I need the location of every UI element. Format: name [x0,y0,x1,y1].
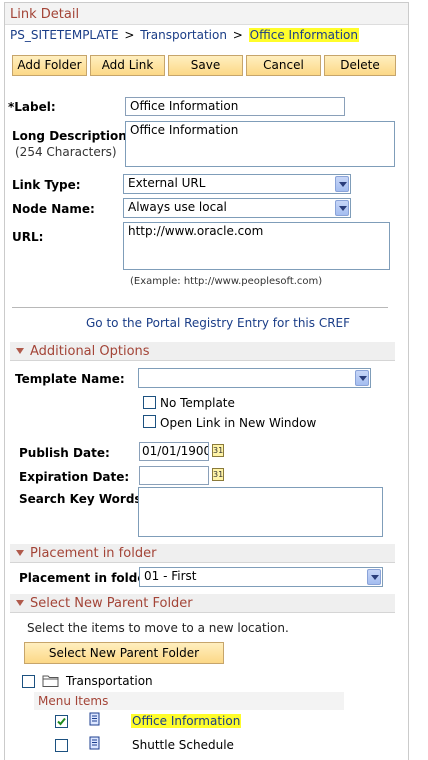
save-button[interactable]: Save [168,55,243,76]
url-label: URL: [12,230,44,244]
url-textarea[interactable]: http://www.oracle.com [123,222,390,270]
placement-label: Placement in folder: [19,571,157,585]
breadcrumb-item-transportation[interactable]: Transportation [140,28,227,42]
cancel-button[interactable]: Cancel [246,55,321,76]
additional-options-title: Additional Options [30,344,150,359]
node-name-select[interactable]: Always use local [123,198,351,218]
shuttle-schedule-label: Shuttle Schedule [132,738,234,752]
long-description-label: Long Description: [12,129,132,143]
breadcrumb-current: Office Information [248,28,359,42]
document-icon [89,736,101,750]
chevron-down-icon[interactable] [335,200,349,216]
placement-title: Placement in folder [30,546,157,561]
breadcrumb-item-site-template[interactable]: PS_SITETEMPLATE [10,28,119,42]
document-icon [89,712,101,726]
divider [12,307,388,308]
expiration-date-input[interactable] [139,466,209,485]
add-link-button[interactable]: Add Link [90,55,165,76]
add-folder-button[interactable]: Add Folder [12,55,87,76]
label-field-label: *Label: [8,100,56,114]
label-input[interactable]: Office Information [125,97,345,116]
menu-items-label: Menu Items [38,694,109,708]
calendar-icon[interactable]: 31 [212,444,224,457]
additional-options-header[interactable]: Additional Options [10,342,395,361]
calendar-icon[interactable]: 31 [212,468,224,481]
long-description-textarea[interactable]: Office Information [125,121,395,167]
office-information-link[interactable]: Office Information [131,714,242,728]
transportation-folder-checkbox[interactable] [22,675,35,688]
template-name-select[interactable] [138,368,371,388]
no-template-label: No Template [160,396,235,410]
collapse-triangle-icon[interactable] [16,348,24,354]
chevron-down-icon[interactable] [335,176,349,192]
link-type-value: External URL [128,176,206,190]
open-new-window-label: Open Link in New Window [160,416,317,430]
no-template-checkbox[interactable] [143,396,156,409]
breadcrumb-separator: > [124,28,135,42]
link-type-select[interactable]: External URL [123,174,351,194]
open-new-window-checkbox[interactable] [143,415,156,428]
delete-button[interactable]: Delete [324,55,396,76]
chevron-down-icon[interactable] [367,569,381,585]
publish-date-label: Publish Date: [19,446,110,460]
template-name-label: Template Name: [15,372,125,386]
expiration-date-label: Expiration Date: [19,470,130,484]
search-key-words-textarea[interactable] [138,487,383,537]
link-type-label: Link Type: [12,178,81,192]
folder-icon [42,674,60,687]
transportation-folder-label: Transportation [66,674,153,688]
placement-value: 01 - First [144,569,197,583]
office-information-checkbox[interactable] [55,715,68,728]
breadcrumb-separator: > [232,28,243,42]
parent-folder-instructions: Select the items to move to a new locati… [27,621,289,635]
collapse-triangle-icon[interactable] [16,600,24,606]
placement-header[interactable]: Placement in folder [10,544,395,563]
panel-header: Link Detail [5,3,408,25]
long-description-sublabel: (254 Characters) [15,145,117,159]
select-new-parent-folder-button[interactable]: Select New Parent Folder [24,642,224,664]
node-name-label: Node Name: [12,202,95,216]
search-key-words-label: Search Key Words: [19,492,147,506]
parent-folder-header[interactable]: Select New Parent Folder [10,594,395,613]
shuttle-schedule-checkbox[interactable] [55,739,68,752]
publish-date-input[interactable]: 01/01/1900 [139,442,209,461]
portal-registry-link[interactable]: Go to the Portal Registry Entry for this… [86,316,350,330]
node-name-value: Always use local [128,200,227,214]
collapse-triangle-icon[interactable] [16,550,24,556]
parent-folder-title: Select New Parent Folder [30,596,193,611]
placement-select[interactable]: 01 - First [139,567,383,587]
chevron-down-icon[interactable] [355,370,369,386]
url-example-text: (Example: http://www.peoplesoft.com) [130,276,323,287]
breadcrumb: PS_SITETEMPLATE > Transportation > Offic… [10,28,359,42]
